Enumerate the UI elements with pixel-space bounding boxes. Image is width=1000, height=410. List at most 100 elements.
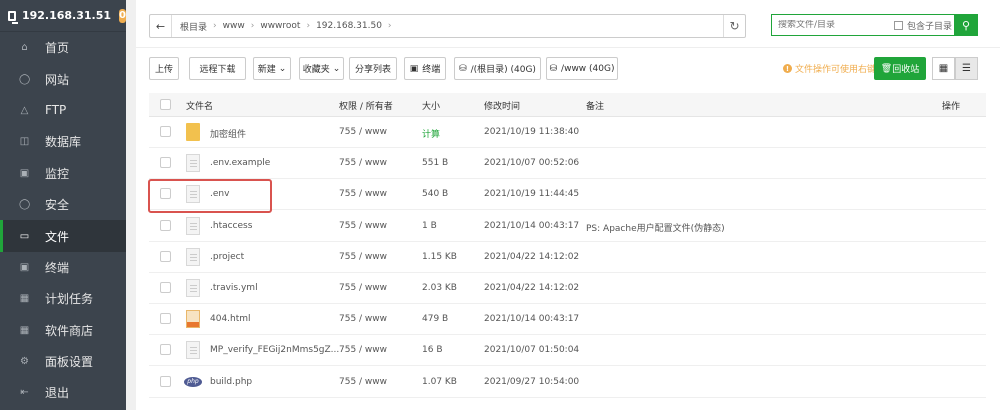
row-checkbox[interactable] (160, 375, 171, 387)
table-row[interactable]: php build.php 755 / www 1.07 KB 2021/09/27 1… (149, 367, 986, 398)
remote-download-button[interactable]: 远程下载 (189, 57, 246, 80)
disk-root-label: /(根目录) (40G) (470, 65, 536, 75)
search-icon[interactable]: ⚲ (954, 14, 978, 36)
breadcrumb: 根目录 › www › wwwroot › 192.168.31.50 › (172, 20, 723, 33)
sidebar-item[interactable]: ▦ 计划任务 (0, 283, 126, 314)
sidebar-item[interactable]: ◫ 数据库 (0, 126, 126, 157)
globe-icon: ◯ (19, 73, 31, 85)
favorites-label: 收藏夹 (302, 65, 330, 75)
col-name[interactable]: 文件名 (186, 99, 213, 112)
sidebar-item[interactable]: ▭ 文件 (0, 220, 126, 253)
sidebar-item[interactable]: ◯ 网站 (0, 63, 126, 94)
sidebar-item-label: 退出 (45, 386, 70, 401)
crumb-www[interactable]: www (223, 21, 245, 31)
sidebar: 192.168.31.51 0 ⌂ 首页 ◯ 网站 △ FTP ◫ 数据库 ▣ 监控 ◯ 安全 ▭ 文件 ▣… (0, 0, 126, 410)
new-button[interactable]: 新建 ⌄ (253, 57, 291, 80)
top-bar: ← 根目录 › www › wwwroot › 192.168.31.50 › ↻ 包含… (136, 0, 1000, 48)
upload-button[interactable]: 上传 (149, 57, 179, 80)
row-checkbox[interactable] (160, 313, 171, 325)
list-view-icon[interactable]: ☰ (955, 57, 978, 80)
file-icon (186, 216, 200, 235)
col-mtime[interactable]: 修改时间 (484, 99, 520, 112)
row-checkbox[interactable] (160, 157, 171, 169)
file-size: 551 B (422, 158, 449, 169)
select-all-checkbox[interactable] (160, 99, 171, 110)
sidebar-item[interactable]: ▣ 终端 (0, 252, 126, 283)
file-name[interactable]: .htaccess (210, 221, 252, 231)
table-row[interactable]: .travis.yml 755 / www 2.03 KB 2021/04/22 14… (149, 273, 986, 304)
terminal-icon: ▣ (409, 63, 419, 74)
right-click-hint: ! 文件操作可使用右键 (783, 62, 876, 75)
row-checkbox[interactable] (160, 250, 171, 262)
notification-badge[interactable]: 0 (119, 8, 126, 23)
file-perm: 755 / www (339, 220, 388, 231)
sidebar-item-label: 面板设置 (45, 355, 94, 370)
favorites-button[interactable]: 收藏夹 ⌄ (299, 57, 344, 80)
file-perm: 755 / www (339, 283, 388, 293)
file-size[interactable]: 计算 (422, 127, 440, 140)
file-perm: 755 / www (339, 189, 388, 200)
monitor-icon: ▣ (19, 167, 30, 179)
table-row[interactable]: MP_verify_FEGij2nMms5gZ... 755 / www 16 B 2… (149, 335, 986, 367)
refresh-icon[interactable]: ↻ (723, 15, 745, 37)
back-arrow-icon[interactable]: ← (150, 15, 172, 37)
file-name[interactable]: 加密组件 (210, 127, 246, 140)
col-note: 备注 (586, 102, 605, 112)
file-name[interactable]: MP_verify_FEGij2nMms5gZ... (210, 345, 339, 355)
file-name[interactable]: 404.html (210, 314, 251, 324)
recycle-bin-button[interactable]: 🗑 回收站 (874, 57, 926, 80)
sidebar-item-label: 安全 (45, 198, 70, 213)
sidebar-item[interactable]: ▦ 软件商店 (0, 315, 126, 346)
table-row[interactable]: .project 755 / www 1.15 KB 2021/04/22 14:12… (149, 242, 986, 273)
sidebar-item[interactable]: ⇤ 退出 (0, 377, 126, 408)
file-name[interactable]: .env.example (210, 158, 270, 168)
sidebar-item[interactable]: △ FTP (0, 95, 126, 126)
file-mtime: 2021/10/07 01:50:04 (484, 345, 580, 356)
file-mtime: 2021/04/22 14:12:02 (484, 251, 580, 262)
table-row[interactable]: .env 755 / www 540 B 2021/10/19 11:44:45 (149, 179, 986, 211)
grid-view-icon[interactable]: ▦ (932, 57, 955, 80)
file-name[interactable]: .travis.yml (210, 283, 258, 293)
sidebar-item[interactable]: ▣ 监控 (0, 158, 126, 189)
crumb-root[interactable]: 根目录 (180, 20, 207, 33)
col-size[interactable]: 大小 (422, 99, 440, 112)
sidebar-item-label: 终端 (45, 260, 70, 275)
file-mtime: 2021/10/14 00:43:17 (484, 220, 580, 231)
monitor-icon (8, 10, 18, 24)
sidebar-item-label: 文件 (45, 229, 70, 244)
disk-root-button[interactable]: ⛁/(根目录) (40G) (454, 57, 541, 80)
row-checkbox[interactable] (160, 126, 171, 137)
sidebar-item[interactable]: ⌂ 首页 (0, 32, 126, 63)
file-mtime: 2021/10/19 11:44:45 (484, 189, 580, 200)
crumb-site[interactable]: 192.168.31.50 (316, 21, 382, 31)
info-icon: ! (783, 64, 792, 73)
sidebar-item[interactable]: ◯ 安全 (0, 189, 126, 220)
path-bar[interactable]: ← 根目录 › www › wwwroot › 192.168.31.50 › ↻ (149, 14, 746, 38)
disk-www-button[interactable]: ⛁/www (40G) (546, 57, 618, 80)
include-subdir-checkbox[interactable] (894, 20, 903, 30)
file-icon (186, 341, 200, 360)
chevron-right-icon: › (250, 21, 255, 31)
share-list-button[interactable]: 分享列表 (349, 57, 397, 80)
file-size: 1.07 KB (422, 376, 457, 387)
table-row[interactable]: 加密组件 755 / www 计算 2021/10/19 11:38:40 (149, 117, 986, 148)
shield-icon: ◯ (19, 199, 31, 211)
crumb-wwwroot[interactable]: wwwroot (260, 21, 300, 31)
table-row[interactable]: .env.example 755 / www 551 B 2021/10/07 00:… (149, 148, 986, 180)
calendar-icon: ▦ (19, 293, 30, 305)
search-input[interactable] (772, 20, 886, 30)
file-size: 1.15 KB (422, 251, 457, 262)
file-name[interactable]: build.php (210, 377, 252, 387)
table-row[interactable]: 404.html 755 / www 479 B 2021/10/14 00:43:1… (149, 304, 986, 336)
row-checkbox[interactable] (160, 344, 171, 356)
sidebar-item-label: 网站 (45, 72, 70, 87)
table-row[interactable]: .htaccess 755 / www 1 B 2021/10/14 00:43:17… (149, 211, 986, 242)
sidebar-item[interactable]: ⚙ 面板设置 (0, 346, 126, 377)
row-checkbox[interactable] (160, 282, 171, 293)
file-name[interactable]: .project (210, 252, 244, 262)
row-checkbox[interactable] (160, 219, 171, 231)
terminal-button[interactable]: ▣ 终端 (404, 57, 446, 80)
folder-icon (186, 123, 200, 141)
server-header: 192.168.31.51 0 (0, 0, 126, 32)
include-subdir-label: 包含子目录 (907, 21, 953, 32)
